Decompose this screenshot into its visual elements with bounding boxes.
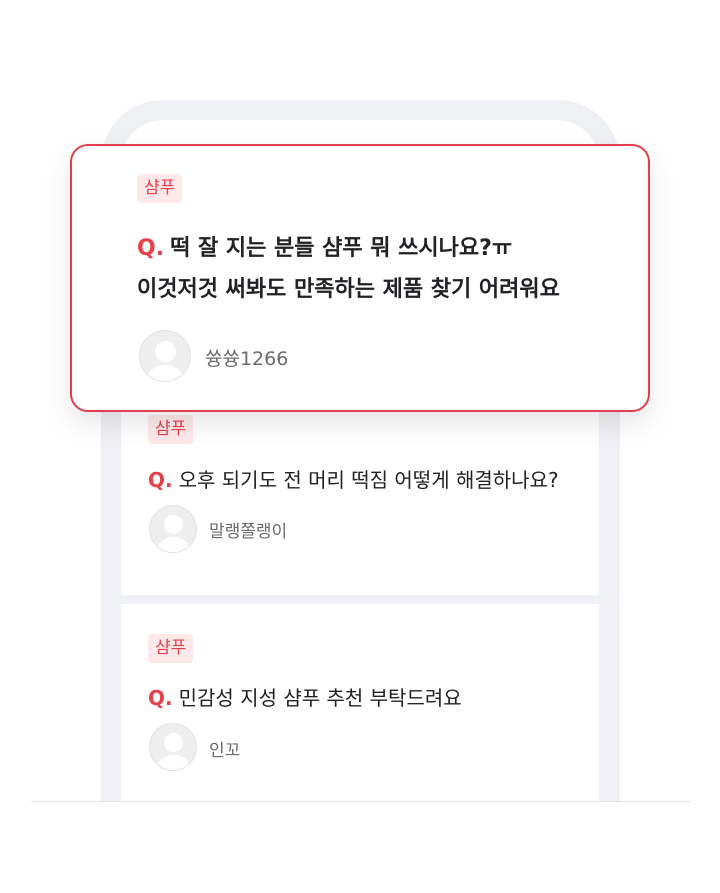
question-title[interactable]: Q. 민감성 지성 샴푸 추천 부탁드려요: [148, 682, 462, 711]
question-text: 떡 잘 지는 분들 샴푸 뭐 쓰시나요?ㅠ: [170, 236, 513, 261]
user-avatar-body: [156, 755, 191, 770]
featured-question-card[interactable]: 샴푸 Q. 떡 잘 지는 분들 샴푸 뭐 쓰시나요?ㅠ 이것저것 써봐도 만족하는…: [70, 144, 650, 412]
question-text: 민감성 지성 샴푸 추천 부탁드려요: [178, 686, 462, 710]
category-tag[interactable]: 샴푸: [148, 415, 194, 444]
author-name: 쓩쓩1266: [205, 348, 289, 370]
category-tag[interactable]: 샴푸: [137, 174, 183, 203]
category-tag[interactable]: 샴푸: [148, 634, 194, 663]
question-mark-label: Q.: [148, 686, 173, 710]
page-footer-area: [0, 802, 720, 893]
avatar: [149, 723, 197, 771]
question-text: 오후 되기도 전 머리 떡짐 어떻게 해결하나요?: [178, 468, 559, 492]
section-divider: [121, 595, 599, 604]
user-avatar-icon: [155, 341, 176, 362]
user-avatar-body: [146, 365, 185, 381]
author-name: 말랭쫄랭이: [209, 522, 288, 542]
question-title-line-2[interactable]: 이것저것 써봐도 만족하는 제품 찾기 어려워요: [137, 271, 560, 303]
user-avatar-icon: [164, 515, 183, 534]
question-title[interactable]: Q. 오후 되기도 전 머리 떡짐 어떻게 해결하나요?: [148, 464, 559, 493]
user-avatar-body: [156, 537, 191, 552]
avatar: [149, 505, 197, 553]
avatar: [139, 330, 191, 382]
user-avatar-icon: [164, 733, 183, 752]
list-item[interactable]: 샴푸 Q. 민감성 지성 샴푸 추천 부탁드려요 인꼬: [121, 604, 599, 810]
author-name: 인꼬: [209, 741, 241, 761]
question-mark-label: Q.: [148, 468, 173, 492]
question-title-line-1[interactable]: Q. 떡 잘 지는 분들 샴푸 뭐 쓰시나요?ㅠ: [137, 230, 512, 262]
bottom-divider: [31, 801, 690, 802]
question-mark-label: Q.: [137, 236, 165, 261]
